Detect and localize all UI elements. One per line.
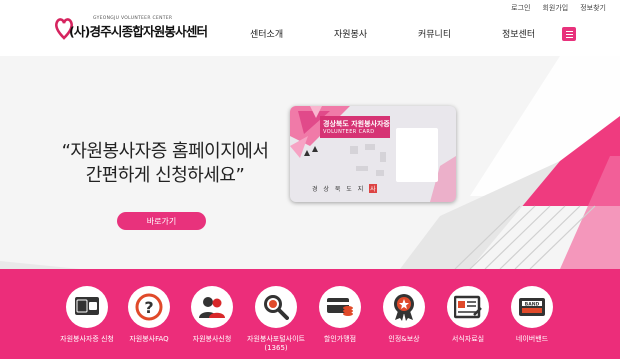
nav-volunteer[interactable]: 자원봉사 xyxy=(334,27,367,40)
service-label: 네이버밴드 xyxy=(515,335,549,343)
svg-text:?: ? xyxy=(144,298,153,317)
hero-headline: “자원봉사자증 홈페이지에서 간편하게 신청하세요” xyxy=(40,140,290,188)
logo-title: (사)경주시종합자원봉사센터 xyxy=(69,24,208,39)
site-logo[interactable]: GYEONGJU VOLUNTEER CENTER (사)경주시종합자원봉사센터 xyxy=(55,16,208,42)
nav-center-intro[interactable]: 센터소개 xyxy=(250,27,283,40)
question-icon: ? xyxy=(135,293,163,321)
hero-banner: “자원봉사자증 홈페이지에서 간편하게 신청하세요” 바로가기 경상북도 자원봉… xyxy=(0,56,620,269)
card-footer: 경 상 북 도 지 사 xyxy=(312,184,377,193)
header: 로그인 회원가입 정보찾기 GYEONGJU VOLUNTEER CENTER … xyxy=(0,0,620,56)
signup-link[interactable]: 회원가입 xyxy=(542,3,568,13)
card-subtitle: VOLUNTEER CARD xyxy=(323,129,375,135)
card-title: 경상북도 자원봉사자증 xyxy=(323,120,390,128)
service-label-2: (1365) xyxy=(264,344,288,352)
nav-community[interactable]: 커뮤니티 xyxy=(418,27,451,40)
volunteer-card-image: 경상북도 자원봉사자증 VOLUNTEER CARD 경 상 북 도 지 사 xyxy=(290,106,456,202)
service-bar: 자원봉사자증 신청 ? 자원봉사FAQ 자원봉사신청 자원봉사포털사이트 (13… xyxy=(0,269,620,359)
nav-info-center[interactable]: 정보센터 xyxy=(502,27,535,40)
hero-line-1: “자원봉사자증 홈페이지에서 xyxy=(61,141,269,162)
people-icon xyxy=(199,297,225,318)
hamburger-icon xyxy=(565,30,573,32)
find-info-link[interactable]: 정보찾기 xyxy=(580,3,606,13)
band-icon: BAND xyxy=(519,298,545,316)
top-links: 로그인 회원가입 정보찾기 xyxy=(511,3,606,13)
login-link[interactable]: 로그인 xyxy=(511,3,530,13)
hero-line-2: 간편하게 신청하세요” xyxy=(85,165,245,186)
menu-button[interactable] xyxy=(562,27,576,41)
card-seal: 사 xyxy=(369,184,377,193)
document-icon xyxy=(454,295,482,319)
card-icon xyxy=(75,297,99,315)
coins-card-icon xyxy=(327,298,353,316)
medal-icon xyxy=(394,294,414,321)
service-naver-band[interactable]: BAND 네이버밴드 xyxy=(492,286,572,344)
magnifier-icon xyxy=(264,295,289,320)
go-button[interactable]: 바로가기 xyxy=(117,212,206,230)
svg-text:BAND: BAND xyxy=(525,301,540,307)
card-photo xyxy=(396,128,438,182)
